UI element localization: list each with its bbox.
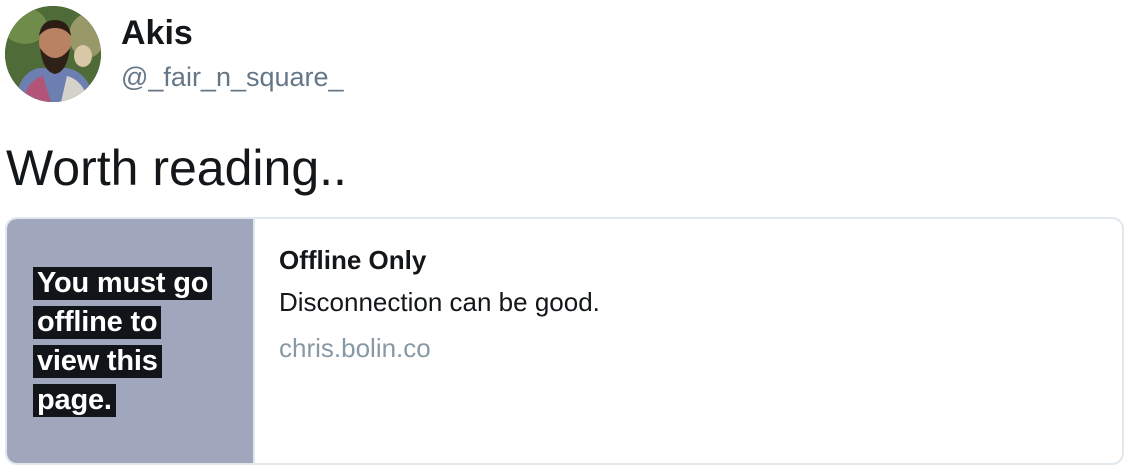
card-image[interactable]: You must go offline to view this page. <box>7 219 255 463</box>
card-image-line: view this <box>33 345 162 378</box>
card-image-text: You must go offline to view this page. <box>33 267 213 423</box>
card-description: Disconnection can be good. <box>279 287 600 317</box>
link-preview-card[interactable]: You must go offline to view this page. O… <box>5 217 1124 465</box>
tweet-text: Worth reading.. <box>6 140 347 196</box>
card-body[interactable]: Offline Only Disconnection can be good. … <box>279 243 1102 365</box>
avatar[interactable] <box>5 6 101 102</box>
card-title: Offline Only <box>279 245 427 275</box>
author-handle[interactable]: @_fair_n_square_ <box>121 60 344 94</box>
card-image-line: offline to <box>33 306 162 339</box>
card-domain: chris.bolin.co <box>279 333 431 363</box>
profile-photo-icon <box>5 6 101 102</box>
author-display-name[interactable]: Akis <box>121 12 193 54</box>
card-image-line: page. <box>33 384 116 417</box>
card-image-line: You must go <box>33 267 213 300</box>
